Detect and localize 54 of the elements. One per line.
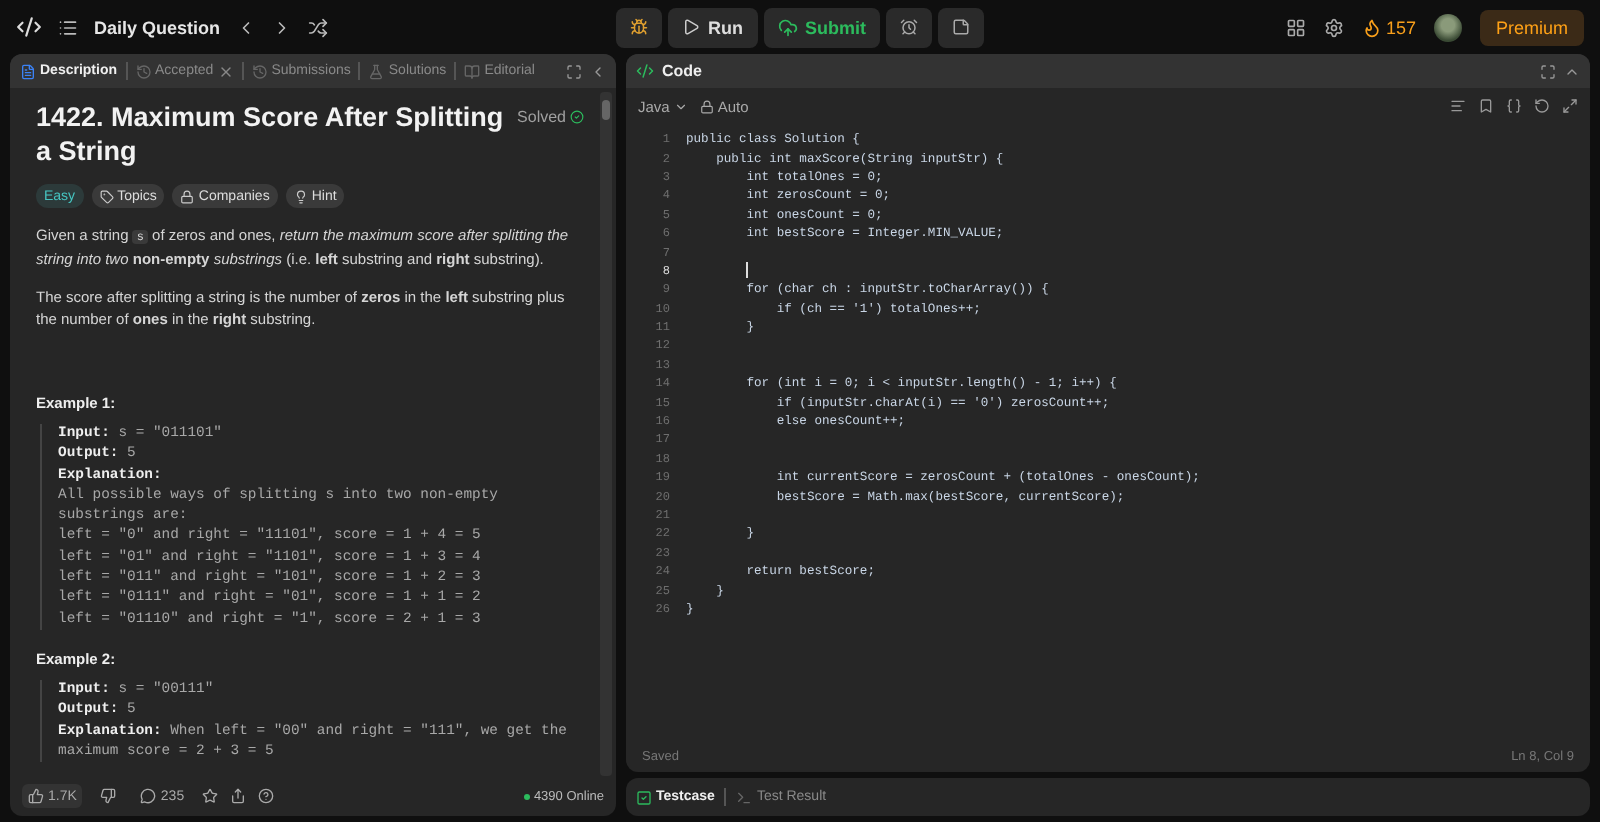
submit-button[interactable]: Submit	[763, 7, 880, 47]
play-icon	[682, 18, 700, 36]
lock-icon	[180, 189, 195, 203]
shuffle-icon[interactable]	[308, 17, 329, 37]
run-button[interactable]: Run	[668, 7, 757, 47]
grid-icon[interactable]	[1285, 17, 1306, 37]
close-icon[interactable]	[217, 63, 234, 79]
avatar[interactable]	[1433, 13, 1462, 41]
streak-counter[interactable]: 157	[1361, 17, 1416, 37]
collapse-icon[interactable]	[590, 63, 606, 79]
debug-button[interactable]	[616, 7, 662, 47]
star-icon[interactable]	[202, 788, 219, 804]
list-icon[interactable]	[58, 17, 78, 37]
bookmark-icon[interactable]	[1478, 98, 1494, 114]
reset-icon[interactable]	[1534, 98, 1550, 114]
lightbulb-icon	[293, 189, 308, 203]
flame-icon	[1361, 17, 1382, 37]
problem-title: 1422. Maximum Score After Splitting a String	[36, 100, 506, 168]
cloud-upload-icon	[777, 17, 797, 37]
history-icon	[135, 63, 152, 79]
braces-icon[interactable]	[1506, 98, 1522, 114]
terminal-icon	[736, 789, 753, 805]
chevron-down-icon	[673, 99, 688, 113]
expand-icon[interactable]	[566, 63, 582, 79]
flask-icon	[368, 63, 385, 79]
logo-icon	[16, 14, 42, 40]
note-icon	[952, 18, 970, 36]
thumbs-up-icon	[28, 788, 44, 804]
comment-icon	[140, 788, 157, 804]
document-icon	[20, 63, 36, 79]
premium-button[interactable]: Premium	[1479, 9, 1584, 45]
thumbs-down-icon	[100, 788, 117, 804]
format-icon[interactable]	[1450, 98, 1466, 114]
problem-list-title[interactable]: Daily Question	[94, 17, 221, 37]
help-icon[interactable]	[258, 788, 275, 804]
checkbox-icon	[636, 789, 652, 805]
share-icon[interactable]	[230, 788, 247, 804]
solved-status: Solved	[517, 108, 584, 126]
tag-icon	[99, 189, 114, 203]
code-icon	[636, 62, 654, 80]
clock-icon	[251, 63, 268, 79]
alarm-clock-icon	[900, 18, 918, 36]
lock-icon	[699, 99, 714, 113]
timer-button[interactable]	[886, 7, 932, 47]
check-icon	[570, 110, 584, 124]
settings-icon[interactable]	[1323, 17, 1344, 37]
scrollbar[interactable]	[600, 92, 612, 776]
panel-title: Code	[662, 62, 702, 80]
text-cursor	[746, 262, 748, 279]
fullscreen-icon[interactable]	[1562, 98, 1578, 114]
notes-button[interactable]	[938, 7, 984, 47]
expand-icon[interactable]	[1540, 63, 1556, 79]
book-icon	[464, 63, 481, 79]
bug-icon	[630, 18, 648, 36]
